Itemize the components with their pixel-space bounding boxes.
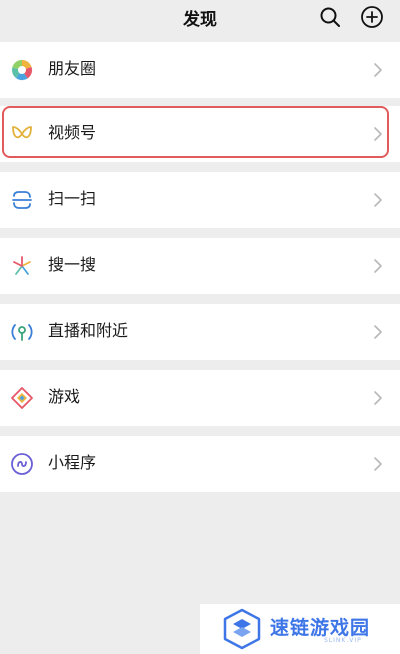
search-button[interactable]: [318, 5, 342, 29]
menu-item-live-nearby[interactable]: 直播和附近: [0, 304, 400, 360]
chevron-right-icon: [374, 126, 382, 142]
menu-item-label: 扫一扫: [48, 189, 97, 208]
scan-icon: [10, 188, 34, 212]
menu-item-channels[interactable]: 视频号: [0, 106, 400, 162]
menu-item-scan[interactable]: 扫一扫: [0, 172, 400, 228]
plus-circle-icon: [361, 6, 383, 28]
menu-item-mini-programs[interactable]: 小程序: [0, 436, 400, 492]
watermark: 速链游戏园 SLINK.VIP: [200, 604, 400, 654]
watermark-text: 速链游戏园: [270, 617, 371, 639]
menu-item-moments[interactable]: 朋友圈: [0, 42, 400, 98]
menu-item-label: 搜一搜: [48, 255, 97, 274]
chevron-right-icon: [374, 192, 382, 208]
chevron-right-icon: [374, 456, 382, 472]
menu-item-search[interactable]: 搜一搜: [0, 238, 400, 294]
watermark-subtext: SLINK.VIP: [324, 637, 362, 644]
live-nearby-icon: [10, 320, 34, 344]
channels-icon: [10, 122, 34, 146]
menu-item-label: 游戏: [48, 387, 81, 406]
menu-item-label: 视频号: [48, 123, 97, 142]
menu-item-label: 小程序: [48, 453, 97, 472]
moments-icon: [10, 58, 34, 82]
chevron-right-icon: [374, 62, 382, 78]
chevron-right-icon: [374, 390, 382, 406]
search-sparkle-icon: [10, 254, 34, 278]
top-bar: 发现: [0, 0, 400, 36]
mini-program-icon: [10, 452, 34, 476]
games-icon: [10, 386, 34, 410]
menu-item-label: 朋友圈: [48, 59, 97, 78]
menu-item-label: 直播和附近: [48, 321, 129, 340]
chevron-right-icon: [374, 324, 382, 340]
add-button[interactable]: [360, 5, 384, 29]
watermark-logo-icon: [222, 608, 262, 650]
search-icon: [320, 7, 340, 27]
chevron-right-icon: [374, 258, 382, 274]
menu-item-games[interactable]: 游戏: [0, 370, 400, 426]
